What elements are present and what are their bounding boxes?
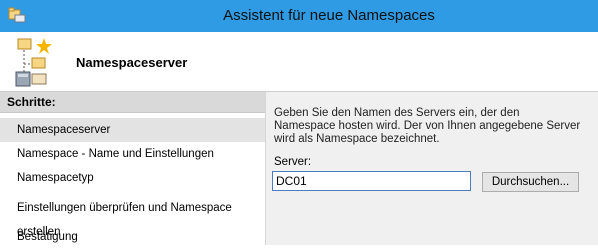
page-title: Namespaceserver bbox=[76, 55, 188, 70]
namespace-tree-icon bbox=[15, 38, 52, 87]
steps-heading: Schritte: bbox=[0, 92, 265, 113]
content-panel: Geben Sie den Namen des Servers ein, der… bbox=[266, 92, 598, 245]
step-review-create[interactable]: Einstellungen überprüfen und Namespace e… bbox=[0, 196, 265, 238]
browse-button[interactable]: Durchsuchen... bbox=[482, 172, 579, 192]
wizard-header: Namespaceserver bbox=[0, 32, 598, 92]
step-confirmation[interactable]: Bestätigung bbox=[0, 225, 265, 249]
step-namespace-name[interactable]: Namespace - Name und Einstellungen bbox=[0, 142, 265, 166]
server-label: Server: bbox=[274, 156, 312, 168]
instruction-text: Geben Sie den Namen des Servers ein, der… bbox=[274, 107, 581, 145]
title-bar[interactable]: Assistent für neue Namespaces bbox=[0, 0, 598, 32]
step-namespaceserver[interactable]: Namespaceserver bbox=[0, 118, 265, 142]
window-title: Assistent für neue Namespaces bbox=[223, 7, 435, 24]
server-input[interactable] bbox=[272, 171, 471, 191]
step-namespacetyp[interactable]: Namespacetyp bbox=[0, 166, 265, 190]
steps-panel: Schritte: Namespaceserver Namespace - Na… bbox=[0, 92, 266, 245]
